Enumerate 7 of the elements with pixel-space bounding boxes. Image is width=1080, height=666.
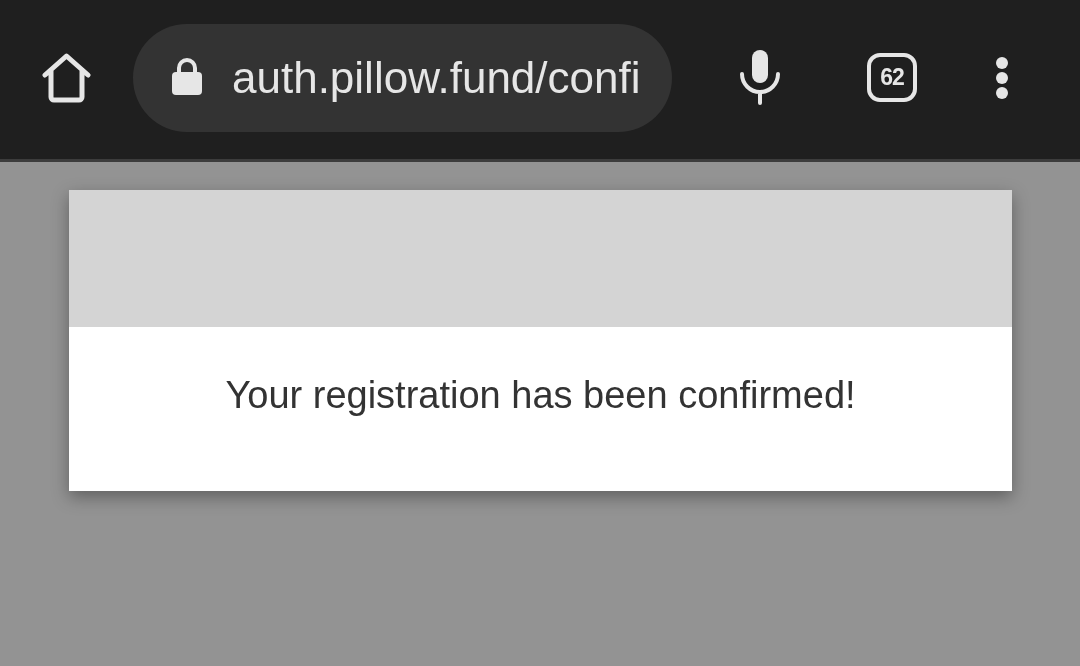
confirmation-message: Your registration has been confirmed! bbox=[225, 373, 856, 418]
address-bar[interactable]: auth.pillow.fund/confi bbox=[133, 23, 672, 132]
more-options-icon[interactable] bbox=[995, 55, 1009, 100]
tab-switcher-button[interactable]: 62 bbox=[867, 53, 917, 102]
home-icon[interactable] bbox=[41, 52, 92, 103]
microphone-icon[interactable] bbox=[740, 50, 780, 105]
lock-icon bbox=[172, 56, 202, 95]
